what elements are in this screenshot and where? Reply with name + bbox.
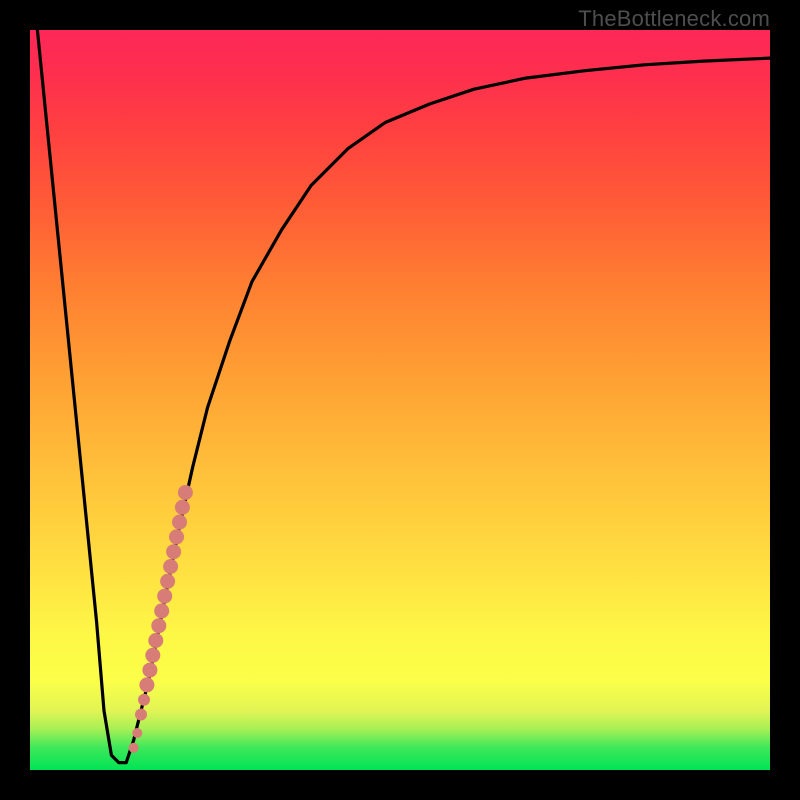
watermark-text: TheBottleneck.com [578,6,770,32]
marker-dot [148,633,163,648]
marker-dot [151,618,166,633]
marker-dot [132,728,142,738]
marker-dot [139,677,154,692]
marker-dots [129,485,193,753]
marker-dot [154,603,169,618]
marker-dot [166,544,181,559]
marker-dot [157,589,172,604]
marker-dot [142,663,157,678]
marker-dot [175,500,190,515]
marker-dot [163,559,178,574]
chart-frame: TheBottleneck.com [0,0,800,800]
chart-svg [30,30,770,770]
marker-dot [160,574,175,589]
marker-dot [145,648,160,663]
marker-dot [178,485,193,500]
marker-dot [135,709,147,721]
marker-dot [172,515,187,530]
marker-dot [129,743,139,753]
marker-dot [169,529,184,544]
marker-dot [138,694,150,706]
plot-area [30,30,770,770]
